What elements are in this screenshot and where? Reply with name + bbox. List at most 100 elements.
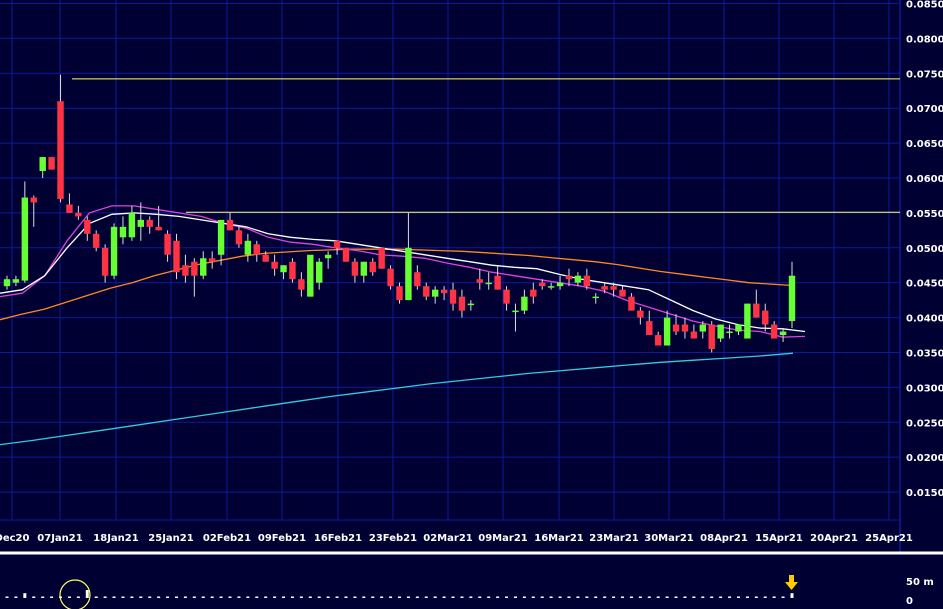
candle-down	[396, 286, 403, 301]
candle-up	[3, 279, 11, 287]
candle-down	[298, 279, 305, 290]
y-tick-label: 0.0600	[906, 174, 943, 185]
candle-down	[539, 282, 546, 287]
volume-bar	[76, 596, 80, 598]
candle-down	[182, 265, 189, 276]
x-tick-label: 16Mar21	[534, 533, 584, 544]
candle-up	[574, 275, 582, 283]
candle-up	[735, 324, 742, 332]
x-tick-label: 02Mar21	[423, 533, 473, 544]
candle-down	[101, 247, 109, 276]
candle-up	[405, 247, 412, 301]
volume-bar	[692, 596, 696, 598]
candle-down	[423, 286, 430, 297]
volume-bar	[531, 596, 535, 598]
candle-up	[717, 324, 724, 339]
candle-down	[342, 247, 350, 262]
candle-down	[208, 258, 216, 262]
volume-bar	[549, 596, 553, 598]
volume-bar	[273, 596, 277, 598]
volume-bar	[157, 596, 161, 598]
candle-down	[565, 275, 573, 280]
candle-down	[66, 204, 73, 213]
candle-down	[646, 321, 653, 336]
candle-up	[21, 197, 29, 281]
candle-down	[681, 324, 689, 332]
candle-up	[726, 331, 733, 334]
y-tick-label: 0.0750	[906, 69, 943, 80]
volume-bar	[335, 596, 339, 598]
volume-bar	[85, 590, 89, 598]
volume-bar	[442, 596, 446, 598]
candle-down	[57, 101, 64, 199]
candle-up	[521, 296, 528, 311]
candle-down	[30, 197, 37, 203]
y-tick-label: 0.0250	[906, 418, 943, 429]
volume-bar	[201, 596, 205, 598]
volume-bar	[719, 596, 723, 598]
volume-bar	[130, 596, 134, 598]
volume-bar	[576, 596, 580, 598]
x-tick-label: 25Apr21	[865, 533, 913, 544]
volume-bar	[487, 596, 491, 598]
candle-down	[387, 268, 394, 287]
volume-bar	[656, 596, 660, 598]
volume-bar	[736, 596, 740, 598]
volume-bar	[23, 593, 27, 598]
y-tick-label: 0.0150	[906, 488, 943, 499]
volume-bar	[647, 596, 651, 598]
candle-up	[467, 303, 475, 306]
volume-bar	[505, 596, 509, 598]
volume-bar	[710, 596, 714, 598]
candle-down	[628, 296, 635, 311]
volume-bar	[754, 596, 758, 598]
volume-bar	[478, 596, 482, 598]
candle-up	[360, 261, 368, 276]
volume-bar	[603, 596, 607, 598]
candle-up	[217, 219, 225, 255]
x-tick-label: 02Feb21	[203, 533, 251, 544]
volume-bar	[246, 596, 250, 598]
candle-down	[690, 331, 698, 339]
volume-bar	[380, 596, 384, 598]
volume-bar	[674, 596, 678, 598]
candle-down	[191, 261, 198, 276]
candle-down	[494, 275, 501, 290]
volume-bar	[362, 596, 366, 598]
volume-bar	[174, 596, 178, 598]
volume-bar	[629, 596, 633, 598]
volume-bar	[192, 596, 196, 598]
candle-down	[414, 272, 421, 287]
candle-up	[110, 226, 118, 276]
candle-down	[610, 286, 617, 290]
volume-bar	[612, 596, 616, 598]
volume-bar	[210, 596, 214, 598]
y-tick-label: 0.0400	[906, 314, 943, 325]
y-axis: 0.0850 0.0800 0.0750 0.0700 0.0650 0.0600 0.05…	[906, 0, 943, 499]
volume-bar	[344, 596, 348, 598]
candle-up	[39, 157, 46, 172]
candle-down	[530, 289, 537, 297]
volume-bar	[665, 596, 669, 598]
candle-up	[744, 303, 751, 339]
candle-down	[262, 254, 269, 262]
price-chart[interactable]: 0.0850 0.0800 0.0750 0.0700 0.0650 0.0600 0.05…	[0, 0, 943, 609]
candle-up	[431, 289, 439, 297]
candle-down	[84, 219, 91, 234]
volume-bar	[219, 596, 223, 598]
volume-bar	[299, 596, 303, 598]
candle-down	[369, 261, 376, 273]
volume-bar	[148, 596, 152, 598]
x-tick-label: 07Jan21	[37, 533, 82, 544]
candle-down	[271, 261, 278, 269]
x-tick-label: 25Jan21	[148, 533, 193, 544]
y-tick-label: 0.0300	[906, 383, 943, 394]
candle-down	[672, 324, 680, 332]
candle-down	[619, 289, 626, 297]
x-tick-label: 23Feb21	[369, 533, 417, 544]
candle-up	[788, 275, 796, 322]
candle-down	[753, 303, 760, 318]
candle-up	[200, 258, 207, 276]
x-tick-label: 23Mar21	[589, 533, 639, 544]
candle-down	[289, 261, 296, 280]
